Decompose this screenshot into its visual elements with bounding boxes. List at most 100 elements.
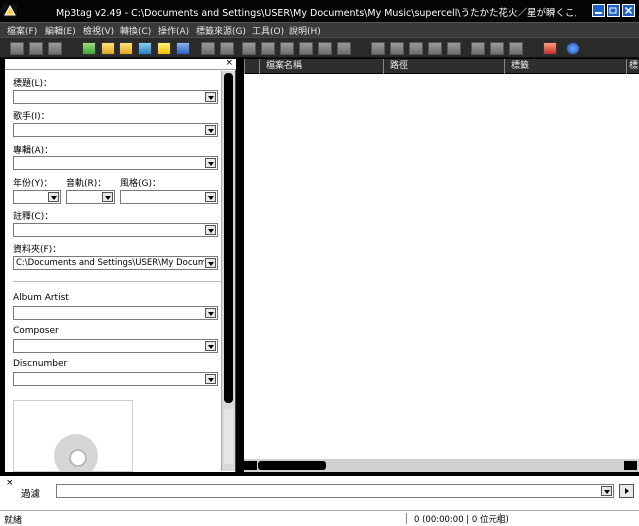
menu-edit[interactable]: 編輯(E) (45, 24, 76, 37)
genre-field[interactable] (120, 190, 218, 204)
text-file-icon[interactable] (241, 41, 257, 56)
scrollbar-track[interactable] (224, 409, 233, 464)
chevron-down-icon[interactable] (205, 158, 216, 168)
album-label: 專輯(A)： (13, 146, 54, 156)
actions-icon[interactable] (279, 41, 295, 56)
filter-input[interactable] (56, 484, 614, 498)
title-field[interactable] (13, 90, 218, 104)
cover-art[interactable] (13, 400, 133, 472)
scroll-left-arrow[interactable] (244, 461, 257, 470)
menu-convert[interactable]: 轉換(C) (120, 24, 151, 37)
tag-to-filename-icon[interactable] (200, 41, 216, 56)
filename-to-tag-icon[interactable] (219, 41, 235, 56)
settings-icon[interactable] (542, 41, 558, 56)
menu-tag-sources[interactable]: 標籤來源(G) (196, 24, 246, 37)
filter-close-button[interactable]: × (6, 478, 14, 488)
tag-panel-close-button[interactable]: × (225, 58, 233, 68)
chevron-down-icon[interactable] (601, 486, 612, 496)
chevron-down-icon[interactable] (102, 192, 113, 202)
playlist-icon[interactable] (370, 41, 386, 56)
chevron-down-icon[interactable] (205, 308, 216, 318)
status-divider (500, 513, 501, 524)
tag-panel-header: × (5, 58, 236, 70)
chevron-down-icon[interactable] (205, 125, 216, 135)
filter-bar: × 過濾 (0, 476, 639, 510)
refresh-icon[interactable] (175, 41, 191, 56)
album-field[interactable] (13, 156, 218, 170)
album-artist-field[interactable] (13, 306, 218, 320)
menu-help[interactable]: 說明(H) (289, 24, 321, 37)
tag-panel-scrollbar[interactable] (221, 71, 235, 471)
folder-sync-icon[interactable] (137, 41, 153, 56)
menu-file[interactable]: 檔案(F) (7, 24, 37, 37)
comment-label: 註釋(C)： (13, 212, 54, 222)
year-field[interactable] (13, 190, 61, 204)
menu-view[interactable]: 檢視(V) (83, 24, 114, 37)
amazon-icon[interactable] (489, 41, 505, 56)
year-label: 年份(Y)： (13, 179, 53, 189)
restore-icon[interactable] (607, 4, 620, 17)
case-conversion-icon[interactable] (260, 41, 276, 56)
close-icon[interactable] (622, 4, 635, 17)
menu-actions[interactable]: 操作(A) (158, 24, 189, 37)
menu-bar: 檔案(F) 編輯(E) 檢視(V) 轉換(C) 操作(A) 標籤來源(G) 工具… (0, 22, 639, 37)
search-replace-icon[interactable] (317, 41, 333, 56)
title-label: 標題(L)： (13, 79, 53, 89)
directory-value: C:\Documents and Settings\USER\My Docume… (16, 258, 204, 268)
chevron-down-icon[interactable] (205, 374, 216, 384)
actions-quick-icon[interactable] (298, 41, 314, 56)
remove-tag-icon[interactable] (28, 41, 44, 56)
chevron-down-icon[interactable] (205, 192, 216, 202)
freedb-icon[interactable] (470, 41, 486, 56)
col-path[interactable]: 路徑 (383, 59, 504, 74)
col-tag[interactable]: 標籤 (504, 59, 626, 74)
discnumber-field[interactable] (13, 372, 218, 386)
file-list[interactable]: 檔案名稱 路徑 標籤 標 (244, 59, 639, 472)
album-artist-label: Album Artist (13, 293, 69, 303)
help-icon[interactable] (565, 41, 581, 56)
status-divider (406, 513, 407, 524)
file-list-header: 檔案名稱 路徑 標籤 標 (244, 59, 639, 74)
save-icon[interactable] (9, 41, 25, 56)
favorite-icon[interactable] (156, 41, 172, 56)
scrollbar-thumb[interactable] (258, 461, 326, 470)
cd-disc-icon (54, 434, 98, 471)
export-icon[interactable] (389, 41, 405, 56)
chevron-down-icon[interactable] (48, 192, 59, 202)
scrollbar-thumb[interactable] (224, 73, 233, 403)
chevron-down-icon[interactable] (205, 225, 216, 235)
numbering-icon[interactable] (446, 41, 462, 56)
filter-apply-button[interactable] (619, 484, 634, 498)
chevron-down-icon[interactable] (205, 92, 216, 102)
col-icon[interactable] (244, 59, 259, 74)
track-field[interactable] (66, 190, 115, 204)
composer-field[interactable] (13, 339, 218, 353)
tag-sources-icon[interactable] (427, 41, 443, 56)
chevron-down-icon[interactable] (205, 258, 216, 268)
open-folder-icon[interactable] (118, 41, 134, 56)
col-filename[interactable]: 檔案名稱 (259, 59, 383, 74)
comment-field[interactable] (13, 223, 218, 237)
change-directory-icon[interactable] (81, 41, 97, 56)
artist-field[interactable] (13, 123, 218, 137)
status-text: 就緒 (4, 516, 23, 526)
menu-tools[interactable]: 工具(O) (252, 24, 284, 37)
artist-label: 歌手(I)： (13, 112, 50, 122)
minimize-icon[interactable] (592, 4, 605, 17)
col-title[interactable]: 標 (626, 59, 639, 74)
status-summary: 0 (00:00:00 | 0 位元組) (414, 515, 509, 525)
tag-panel: × 標題(L)： 歌手(I)： 專輯(A)： 年份(Y)： 音軌(R)： 風格(… (5, 58, 236, 472)
file-list-scrollbar[interactable] (244, 459, 639, 472)
discogs-icon[interactable] (508, 41, 524, 56)
directory-field[interactable]: C:\Documents and Settings\USER\My Docume… (13, 256, 218, 270)
app-icon (3, 4, 17, 18)
scroll-right-arrow[interactable] (624, 461, 637, 470)
add-directory-icon[interactable] (100, 41, 116, 56)
format-value-icon[interactable] (336, 41, 352, 56)
undo-icon[interactable] (47, 41, 63, 56)
filter-label: 過濾 (21, 489, 41, 500)
chevron-down-icon[interactable] (205, 341, 216, 351)
discnumber-label: Discnumber (13, 359, 68, 369)
window-title: Mp3tag v2.49 - C:\Documents and Settings… (56, 8, 576, 19)
import-icon[interactable] (408, 41, 424, 56)
